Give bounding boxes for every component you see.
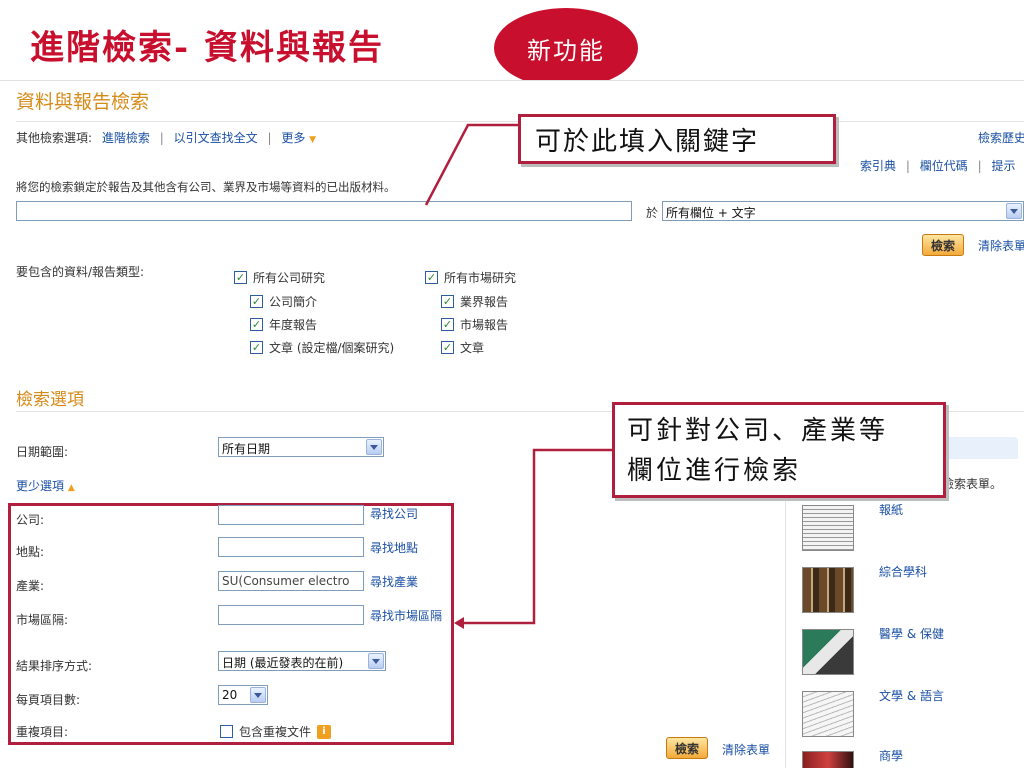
per-page-select[interactable]: 20 [218,685,268,705]
company-input[interactable] [218,505,364,525]
chevron-down-icon[interactable] [368,653,384,669]
field-codes-link[interactable]: 欄位代碼 [920,159,968,173]
market-segment-label: 市場區隔: [16,613,69,627]
chevron-down-icon[interactable] [366,439,382,455]
bottom-search-button[interactable]: 檢索 [666,737,709,759]
market-report-checkbox[interactable]: ✓ 市場報告 [441,316,508,333]
checkbox-checked-icon[interactable]: ✓ [250,318,263,331]
literature-thumbnail[interactable] [802,691,854,737]
tips-link[interactable]: 提示 [991,159,1015,173]
search-options-heading: 檢索選項 [16,390,84,410]
fewer-options-link[interactable]: 更少選項 ▲ [16,477,75,494]
checkbox-unchecked-icon[interactable]: ✓ [220,725,233,738]
company-label: 公司: [16,513,45,527]
checkbox-checked-icon[interactable]: ✓ [250,295,263,308]
field-select[interactable]: 所有欄位 + 文字 [662,201,1024,221]
caret-up-icon[interactable]: ▲ [68,483,75,493]
checkbox-checked-icon[interactable]: ✓ [425,271,438,284]
thesaurus-link[interactable]: 索引典 [860,159,896,173]
info-icon[interactable]: i [317,724,332,739]
location-label: 地點: [16,545,45,559]
chevron-down-icon[interactable] [250,687,266,703]
search-description: 將您的檢索鎖定於報告及其他含有公司、業界及市場等資料的已出版材料。 [16,180,396,194]
search-history-link[interactable]: 檢索歷史 [978,129,1024,146]
date-range-label: 日期範圍: [16,445,69,459]
category-business-link[interactable]: 商學 [879,747,903,764]
caret-down-icon[interactable]: ▼ [309,135,316,145]
per-page-label: 每頁項目數: [16,693,81,707]
advanced-search-link[interactable]: 進階檢索 [102,131,150,145]
keyword-input[interactable] [16,201,632,221]
location-input[interactable] [218,537,364,557]
industry-input[interactable]: SU(Consumer electro [218,571,364,591]
category-multidisciplinary-link[interactable]: 綜合學科 [879,563,927,580]
company-articles-checkbox[interactable]: ✓ 文章 (設定檔/個案研究) [250,339,394,356]
company-profile-checkbox[interactable]: ✓ 公司簡介 [250,293,317,310]
checkbox-checked-icon[interactable]: ✓ [250,341,263,354]
more-link[interactable]: 更多 [281,131,305,145]
citation-fulltext-link[interactable]: 以引文查找全文 [174,131,258,145]
find-location-link[interactable]: 尋找地點 [370,539,418,556]
field-search-callout: 可針對公司、產業等 欄位進行檢索 [612,402,946,498]
find-market-segment-link[interactable]: 尋找市場區隔 [370,607,442,624]
date-range-select[interactable]: 所有日期 [218,437,384,457]
medical-thumbnail[interactable] [802,629,854,675]
keyword-callout: 可於此填入關鍵字 [518,114,836,164]
other-options-row: 其他檢索選項: 進階檢索 | 以引文查找全文 | 更多 ▼ [16,131,317,145]
clear-form-link[interactable]: 清除表單 [978,237,1024,254]
new-feature-badge: 新功能 [494,8,638,88]
industry-label: 產業: [16,579,45,593]
category-newspapers-link[interactable]: 報紙 [879,501,903,518]
bottom-clear-form-link[interactable]: 清除表單 [722,741,770,758]
types-label: 要包含的資料/報告類型: [16,265,145,279]
other-options-label: 其他檢索選項: [16,131,93,145]
checkbox-checked-icon[interactable]: ✓ [441,295,454,308]
page-heading: 資料與報告檢索 [16,91,150,113]
sidebar-partial-text: 檢索表單。 [942,477,1003,491]
slide-title: 進階檢索- 資料與報告 [30,28,384,68]
books-thumbnail[interactable] [802,567,854,613]
search-button[interactable]: 檢索 [922,234,965,256]
all-company-research-checkbox[interactable]: ✓ 所有公司研究 [234,269,325,286]
chevron-down-icon[interactable] [1006,203,1022,219]
in-label: 於 [646,206,659,220]
help-links-row: 索引典 | 欄位代碼 | 提示 [860,159,1016,173]
annual-report-checkbox[interactable]: ✓ 年度報告 [250,316,317,333]
checkbox-checked-icon[interactable]: ✓ [234,271,247,284]
market-segment-input[interactable] [218,605,364,625]
market-articles-checkbox[interactable]: ✓ 文章 [441,339,484,356]
category-medicine-link[interactable]: 醫學 & 保健 [879,625,944,642]
sort-label: 結果排序方式: [16,659,93,673]
field-select-value: 所有欄位 + 文字 [666,206,756,220]
include-duplicates-checkbox[interactable]: ✓ 包含重複文件 i [220,723,332,740]
business-thumbnail[interactable] [802,751,854,768]
industry-report-checkbox[interactable]: ✓ 業界報告 [441,293,508,310]
checkbox-checked-icon[interactable]: ✓ [441,341,454,354]
find-industry-link[interactable]: 尋找產業 [370,573,418,590]
duplicates-label: 重複項目: [16,725,69,739]
checkbox-checked-icon[interactable]: ✓ [441,318,454,331]
sort-select[interactable]: 日期 (最近發表的在前) [218,651,386,671]
category-literature-link[interactable]: 文學 & 語言 [879,687,944,704]
find-company-link[interactable]: 尋找公司 [370,505,418,522]
newspaper-thumbnail[interactable] [802,505,854,551]
all-market-research-checkbox[interactable]: ✓ 所有市場研究 [425,269,516,286]
